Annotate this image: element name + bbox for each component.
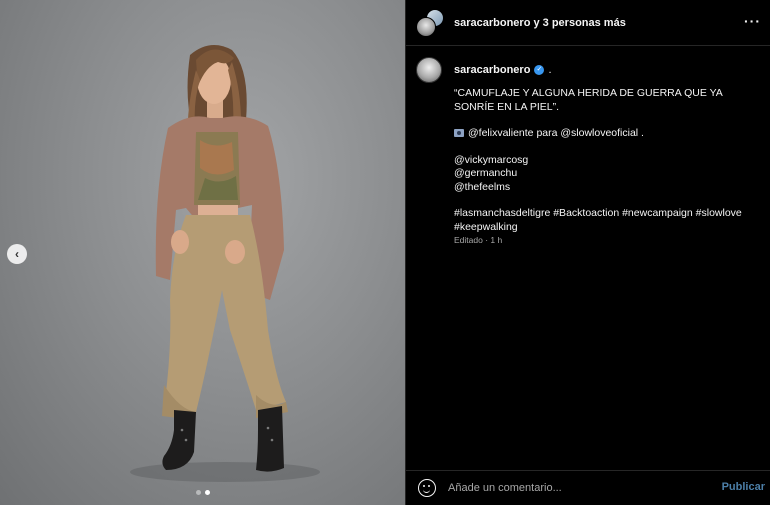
camera-icon — [454, 129, 464, 137]
carousel-prev-button[interactable]: ‹ — [7, 244, 27, 264]
caption-author-row: saracarbonero ✓ . — [416, 57, 552, 83]
verified-badge-icon: ✓ — [534, 65, 545, 75]
comment-input[interactable] — [448, 478, 698, 498]
header-username[interactable]: saracarbonero — [454, 17, 530, 29]
tag-link[interactable]: @thefeelms — [454, 181, 759, 195]
post-comment-button[interactable]: Publicar — [722, 481, 765, 493]
model-illustration — [130, 45, 320, 482]
avatar — [416, 16, 436, 37]
caption-credit-line: @felixvaliente para @slowloveoficial . — [454, 127, 759, 141]
post-sidebar: saracarbonero y 3 personas más ··· sarac… — [405, 0, 770, 505]
caption-author-suffix: . — [548, 64, 552, 76]
emoji-icon[interactable] — [418, 479, 436, 497]
carousel-dot-active — [205, 490, 210, 495]
carousel-indicator — [196, 490, 210, 495]
carousel-dot — [196, 490, 201, 495]
collab-title[interactable]: saracarbonero y 3 personas más — [454, 17, 626, 29]
tag-link[interactable]: @vickymarcosg — [454, 154, 759, 168]
post-photo[interactable]: ‹ — [0, 0, 405, 505]
chevron-left-icon: ‹ — [15, 247, 19, 261]
avatar[interactable] — [416, 57, 442, 83]
more-options-button[interactable]: ··· — [744, 13, 761, 29]
caption-credit[interactable]: @felixvaliente para @slowloveoficial . — [468, 127, 644, 139]
collab-suffix[interactable]: y 3 personas más — [530, 17, 625, 29]
hashtags[interactable]: #lasmanchasdeltigre #Backtoaction #newca… — [454, 207, 759, 234]
post-meta: Editado · 1 h — [454, 235, 503, 245]
collab-avatars[interactable] — [416, 8, 448, 37]
more-horizontal-icon: ··· — [744, 13, 761, 29]
post-header: saracarbonero y 3 personas más ··· — [406, 0, 770, 46]
caption-text: “CAMUFLAJE Y ALGUNA HERIDA DE GUERRA QUE… — [454, 87, 759, 248]
caption-author-name[interactable]: saracarbonero — [454, 64, 530, 76]
caption-headline: “CAMUFLAJE Y ALGUNA HERIDA DE GUERRA QUE… — [454, 87, 723, 113]
comment-bar: Publicar — [406, 470, 770, 505]
tag-link[interactable]: @germanchu — [454, 167, 759, 181]
